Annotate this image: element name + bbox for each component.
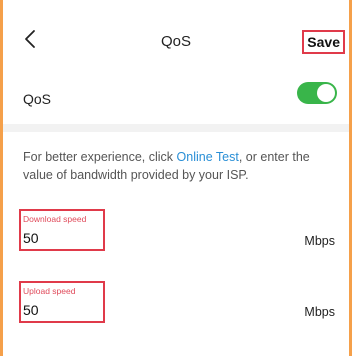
upload-unit: Mbps bbox=[304, 305, 335, 319]
qos-screen: QoS Save QoS For better experience, clic… bbox=[3, 0, 349, 356]
save-button[interactable]: Save bbox=[302, 30, 345, 54]
qos-setting-row: QoS bbox=[3, 72, 349, 120]
section-divider bbox=[3, 124, 349, 132]
download-speed-field[interactable]: Download speed 50 bbox=[19, 209, 105, 251]
qos-toggle[interactable] bbox=[297, 82, 337, 104]
online-test-link[interactable]: Online Test bbox=[177, 150, 239, 164]
download-unit: Mbps bbox=[304, 234, 335, 248]
description-prefix: For better experience, click bbox=[23, 150, 177, 164]
upload-speed-field[interactable]: Upload speed 50 bbox=[19, 281, 105, 323]
bandwidth-description: For better experience, click Online Test… bbox=[23, 148, 333, 184]
header: QoS Save bbox=[3, 0, 349, 62]
download-speed-label: Download speed bbox=[23, 214, 87, 224]
download-speed-value[interactable]: 50 bbox=[23, 230, 39, 246]
page-title: QoS bbox=[160, 33, 191, 50]
upload-speed-label: Upload speed bbox=[23, 286, 76, 296]
toggle-knob bbox=[317, 84, 335, 102]
upload-speed-value[interactable]: 50 bbox=[23, 302, 39, 318]
qos-label: QoS bbox=[23, 91, 52, 107]
